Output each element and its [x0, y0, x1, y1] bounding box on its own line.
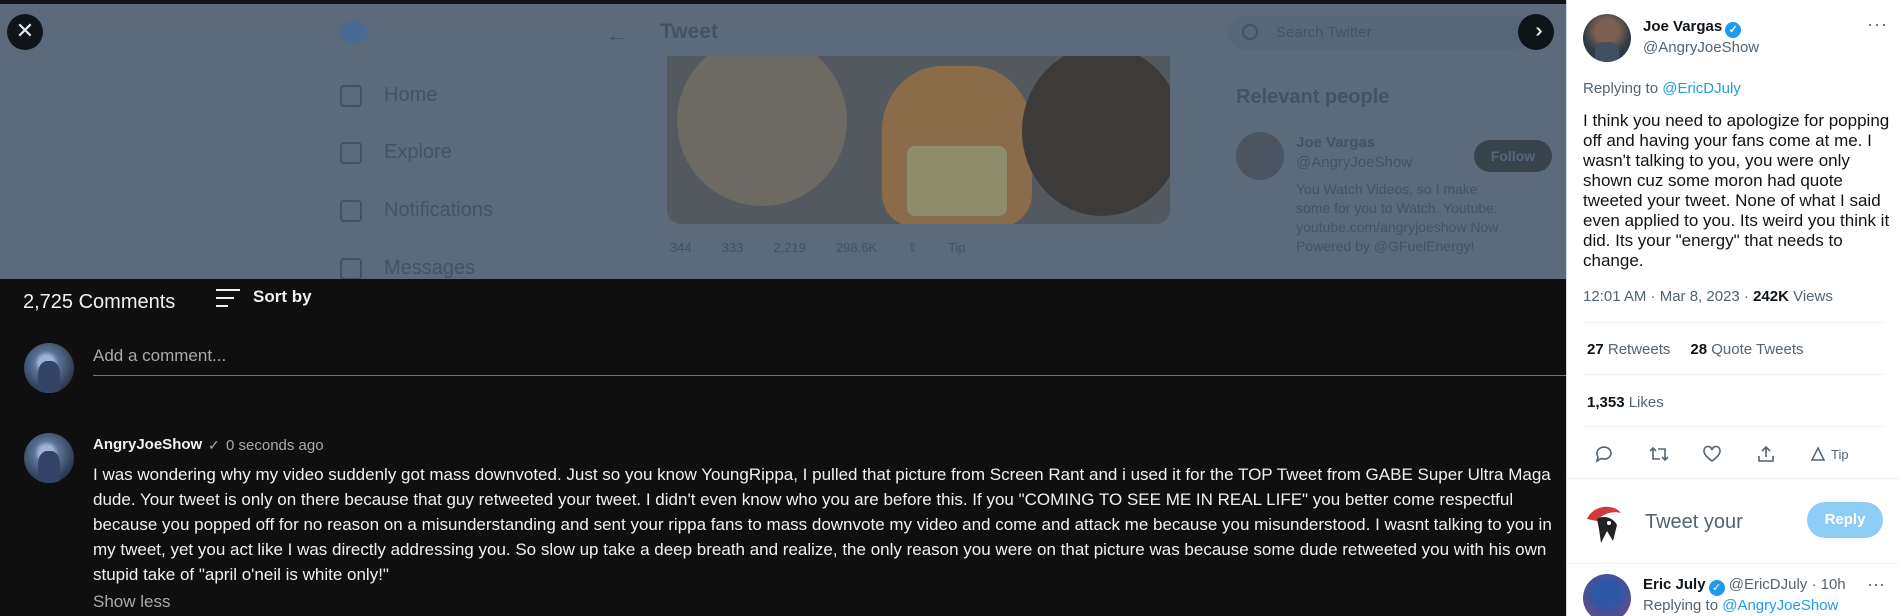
tweet-text: I think you need to apologize for poppin… — [1583, 111, 1890, 270]
likes-link[interactable]: 1,353 Likes — [1587, 394, 1664, 411]
tip-button[interactable]: Tip — [1810, 443, 1870, 465]
tweet-author-name[interactable]: Joe Vargas ✓ — [1643, 18, 1742, 38]
views-icon: 298.6K — [835, 240, 878, 255]
close-icon[interactable]: ✕ — [7, 14, 43, 50]
home-icon — [340, 84, 362, 107]
reply-author-avatar[interactable] — [1583, 574, 1631, 616]
double-chevron-right-icon[interactable]: ›› — [1518, 14, 1554, 50]
mail-icon — [340, 257, 362, 279]
verified-badge-icon: ✓ — [1708, 580, 1725, 596]
replying-to-link[interactable]: @EricDJuly — [1662, 80, 1741, 97]
search-input: Search Twitter — [1228, 16, 1528, 50]
avatar — [24, 343, 74, 393]
twitter-logo-icon — [340, 20, 368, 44]
tweet-stats: 27 Retweets 28 Quote Tweets — [1587, 341, 1804, 358]
divider — [1567, 563, 1900, 564]
avatar — [1236, 132, 1284, 180]
retweet-icon: 333 — [721, 240, 744, 255]
hashtag-icon — [340, 141, 362, 164]
divider — [1583, 322, 1885, 323]
verified-check-icon: ✓ — [208, 437, 220, 453]
add-comment-input[interactable]: Add a comment... — [93, 346, 1566, 376]
like-icon[interactable] — [1702, 443, 1756, 465]
sort-by-button[interactable]: Sort by — [253, 287, 312, 307]
tweet-actions: Tip — [1594, 443, 1884, 465]
bell-icon — [340, 199, 362, 222]
tweet-meta: 12:01 AM · Mar 8, 2023 · 242K Views — [1583, 288, 1833, 305]
more-options-icon[interactable]: ··· — [1867, 14, 1888, 35]
reply-button[interactable]: Reply — [1807, 502, 1883, 538]
comment-count: 2,725 Comments — [23, 291, 176, 313]
more-options-icon[interactable]: ··· — [1867, 574, 1885, 595]
user-avatar-icon — [1583, 501, 1627, 547]
relevant-person-handle: @AngryJoeShow — [1296, 154, 1413, 171]
tip-icon — [1810, 446, 1826, 461]
tweet-image — [667, 56, 1170, 224]
nav-notifications: Notifications — [340, 199, 493, 222]
divider — [1583, 374, 1885, 375]
share-icon[interactable] — [1756, 443, 1810, 465]
comments-header: 2,725 Comments Sort by — [0, 279, 1566, 319]
comment-author[interactable]: AngryJoeShow — [93, 436, 202, 453]
reply-composer: Tweet your Reply — [1567, 485, 1900, 565]
reply-author[interactable]: Eric July ✓ @EricDJuly · 10h — [1643, 576, 1846, 596]
tweet-author-avatar[interactable] — [1583, 14, 1631, 62]
nav-home: Home — [340, 84, 437, 107]
quote-tweets-link[interactable]: 28 Quote Tweets — [1690, 341, 1803, 358]
like-icon: 2,219 — [773, 240, 806, 255]
retweets-link[interactable]: 27 Retweets — [1587, 341, 1670, 358]
reply-input[interactable]: Tweet your — [1645, 511, 1743, 534]
retweet-icon[interactable] — [1648, 443, 1702, 465]
back-arrow-icon: ← — [606, 22, 628, 47]
show-less-button[interactable]: Show less — [93, 592, 170, 612]
tweet-panel: Joe Vargas ✓ @AngryJoeShow ··· Replying t… — [1566, 0, 1900, 616]
backdrop-tweet-stats: 344 333 2,219 298.6K ⇪ Tip — [670, 240, 966, 256]
divider — [1583, 426, 1885, 427]
follow-button: Follow — [1474, 140, 1552, 172]
nav-explore: Explore — [340, 141, 452, 164]
reply-icon[interactable] — [1594, 443, 1648, 465]
twitter-backdrop: Home Explore Notifications Messages ← Tw… — [0, 0, 1566, 279]
comment-text: I was wondering why my video suddenly go… — [93, 465, 1552, 584]
divider — [1567, 478, 1900, 479]
verified-badge-icon: ✓ — [1725, 22, 1742, 38]
relevant-person-name: Joe Vargas — [1296, 134, 1376, 151]
comment-author-avatar[interactable] — [24, 433, 74, 483]
tweet-author-handle[interactable]: @AngryJoeShow — [1643, 39, 1759, 56]
video-comments-pane: Home Explore Notifications Messages ← Tw… — [0, 0, 1566, 616]
reply-replying-to: Replying to @AngryJoeShow — [1643, 597, 1839, 614]
relevant-people-heading: Relevant people — [1236, 86, 1390, 108]
sort-icon[interactable] — [216, 289, 240, 309]
backdrop-tweet-title: Tweet — [660, 20, 718, 43]
comment-timestamp[interactable]: 0 seconds ago — [226, 437, 324, 454]
relevant-person-bio: You Watch Videos, so I make some for you… — [1296, 181, 1499, 254]
tip-label: Tip — [948, 240, 966, 255]
nav-messages: Messages — [340, 257, 475, 279]
replying-to: Replying to @EricDJuly — [1583, 80, 1741, 97]
reply-icon: 344 — [670, 240, 692, 255]
share-icon: ⇪ — [907, 240, 919, 255]
